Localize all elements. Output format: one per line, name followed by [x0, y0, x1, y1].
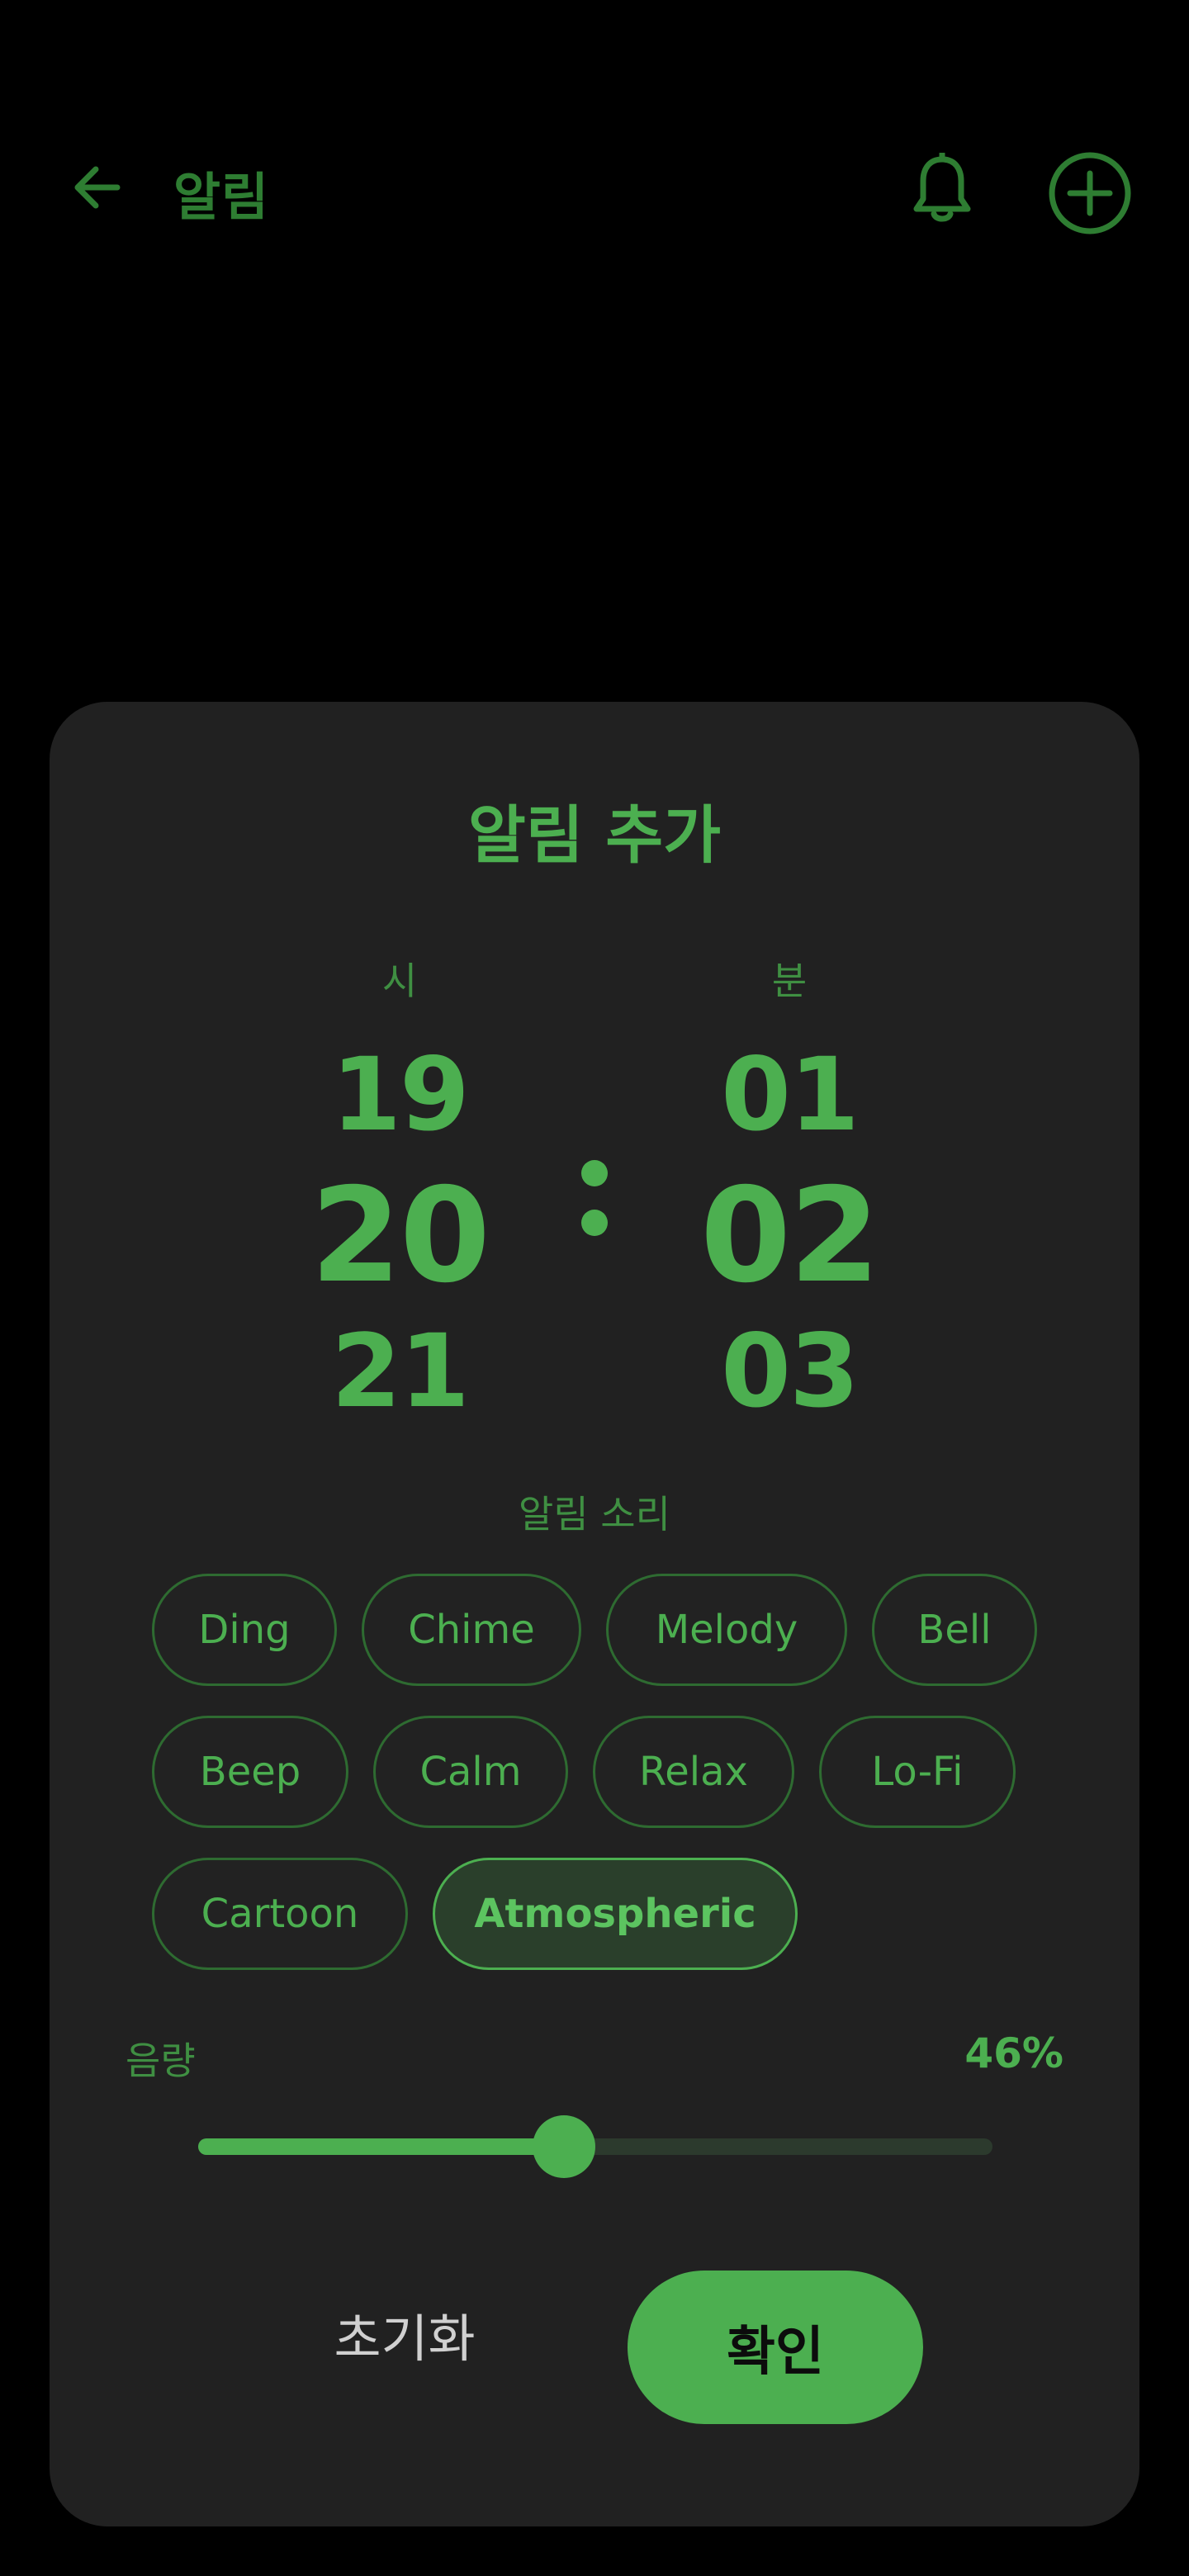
hour-label: 시: [381, 959, 418, 1003]
page-title: 알림: [173, 167, 270, 227]
minute-current[interactable]: 02: [674, 1160, 905, 1312]
confirm-button[interactable]: 확인: [628, 2271, 923, 2424]
minute-prev[interactable]: 01: [674, 1036, 905, 1153]
hour-current[interactable]: 20: [284, 1160, 515, 1312]
volume-slider[interactable]: [198, 2115, 992, 2178]
reset-button[interactable]: 초기화: [289, 2280, 520, 2388]
sound-chip-cartoon[interactable]: Cartoon: [152, 1858, 408, 1970]
volume-slider-fill: [198, 2138, 564, 2155]
bell-icon[interactable]: [908, 153, 976, 227]
minute-label: 분: [771, 959, 808, 1003]
sound-chip-melody[interactable]: Melody: [606, 1574, 847, 1686]
sound-label: 알림 소리: [519, 1492, 670, 1537]
sound-chip-bell[interactable]: Bell: [872, 1574, 1037, 1686]
time-separator: [581, 1160, 608, 1251]
volume-slider-thumb[interactable]: [532, 2115, 595, 2178]
minute-next[interactable]: 03: [674, 1313, 905, 1430]
hour-next[interactable]: 21: [284, 1313, 515, 1430]
top-bar: 알림: [0, 124, 1189, 264]
sheet-title: 알림 추가: [467, 798, 722, 872]
add-alarm-sheet: 알림 추가 시 분 19 20 21 01 02 03 알림 소리 Ding C…: [50, 702, 1139, 2526]
plus-circle-icon[interactable]: [1047, 150, 1133, 236]
sound-chip-beep[interactable]: Beep: [152, 1716, 348, 1828]
arrow-left-icon[interactable]: [68, 157, 129, 218]
volume-label: 음량: [126, 2039, 196, 2083]
hour-prev[interactable]: 19: [284, 1036, 515, 1153]
sound-chip-lofi[interactable]: Lo-Fi: [819, 1716, 1016, 1828]
sound-chip-relax[interactable]: Relax: [593, 1716, 794, 1828]
sound-chip-atmospheric[interactable]: Atmospheric: [433, 1858, 798, 1970]
sound-chip-calm[interactable]: Calm: [373, 1716, 568, 1828]
sound-chip-ding[interactable]: Ding: [152, 1574, 337, 1686]
volume-value: 46%: [964, 2029, 1063, 2077]
sound-chip-chime[interactable]: Chime: [362, 1574, 581, 1686]
